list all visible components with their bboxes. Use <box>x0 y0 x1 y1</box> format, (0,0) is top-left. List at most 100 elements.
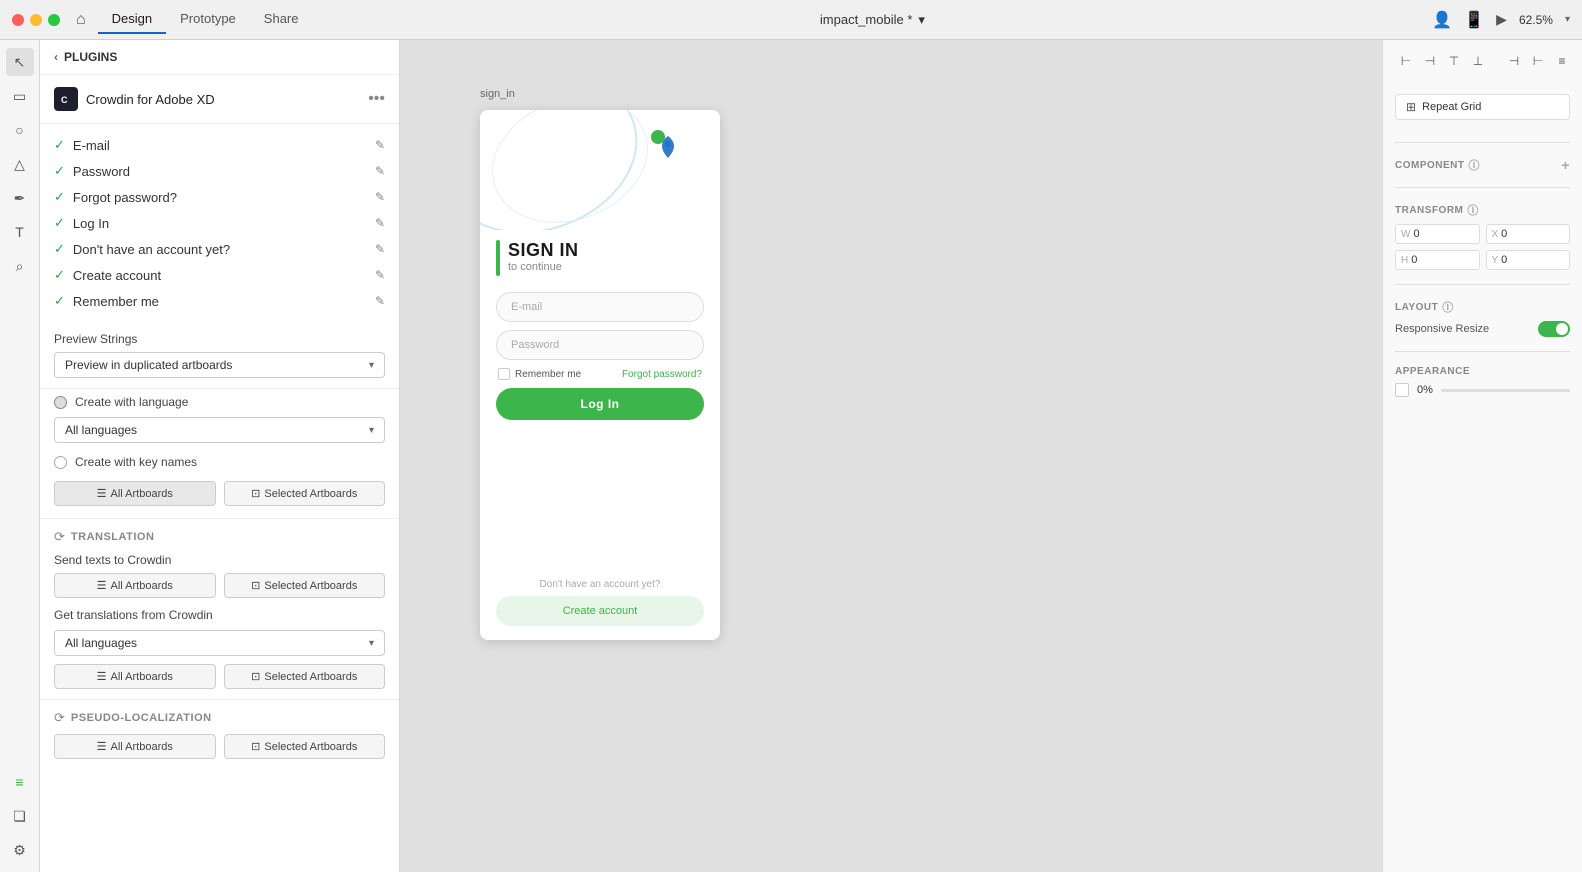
check-icon-forgot: ✓ <box>54 189 65 205</box>
select-tool[interactable]: ↖ <box>6 48 34 76</box>
selected-artboards-btn-2[interactable]: ⊡ Selected Artboards <box>224 573 386 598</box>
create-account-button-artboard[interactable]: Create account <box>496 596 704 626</box>
dont-have-account-text: Don't have an account yet? <box>540 579 661 590</box>
ellipse-tool[interactable]: ○ <box>6 116 34 144</box>
sign-in-text: SIGN IN to continue <box>508 240 579 273</box>
layers-panel-icon[interactable]: ≡ <box>6 768 34 796</box>
all-artboards-btn-2[interactable]: ☰ All Artboards <box>54 573 216 598</box>
dropdown-arrow-lang1-icon: ▾ <box>369 425 374 436</box>
fullscreen-button[interactable] <box>48 14 60 26</box>
artboard-label: sign_in <box>480 88 515 100</box>
align-right-icon[interactable]: ⊤ <box>1443 50 1465 72</box>
chevron-down-icon[interactable]: ▾ <box>918 12 925 28</box>
edit-icon-create-account[interactable]: ✎ <box>375 268 385 282</box>
string-item-create-account: ✓ Create account ✎ <box>40 262 399 288</box>
distribute-v-icon[interactable]: ⊢ <box>1527 50 1549 72</box>
tab-prototype[interactable]: Prototype <box>166 5 250 34</box>
plugin-header: C Crowdin for Adobe XD ••• <box>40 75 399 124</box>
assets-panel-icon[interactable]: ❏ <box>6 802 34 830</box>
transform-h-field[interactable]: H 0 <box>1395 250 1480 270</box>
align-center-h-icon[interactable]: ⊣ <box>1419 50 1441 72</box>
email-input-artboard[interactable]: E-mail <box>496 292 704 322</box>
component-add-icon[interactable]: + <box>1561 157 1570 173</box>
edit-icon-remember-me[interactable]: ✎ <box>375 294 385 308</box>
all-artboards-btn-3[interactable]: ☰ All Artboards <box>54 664 216 689</box>
send-artboard-buttons: ☰ All Artboards ⊡ Selected Artboards <box>54 573 385 608</box>
preview-strings-label: Preview Strings <box>54 332 385 346</box>
zoom-chevron-icon[interactable]: ▾ <box>1565 14 1570 25</box>
device-icon[interactable]: 📱 <box>1464 10 1484 30</box>
edit-icon-login[interactable]: ✎ <box>375 216 385 230</box>
dist-icons: ⊣ ⊢ ≡ ⊞ <box>1503 50 1582 72</box>
preview-dropdown[interactable]: Preview in duplicated artboards ▾ <box>54 352 385 378</box>
layout-section: LAYOUT ⓘ Responsive Resize <box>1395 299 1570 337</box>
triangle-tool[interactable]: △ <box>6 150 34 178</box>
sign-in-block: SIGN IN to continue <box>480 230 720 284</box>
component-info-icon[interactable]: ⓘ <box>1469 157 1481 173</box>
edit-icon-dont-have[interactable]: ✎ <box>375 242 385 256</box>
text-tool[interactable]: T <box>6 218 34 246</box>
all-artboards-btn-1-label: All Artboards <box>111 488 173 500</box>
check-icon-create-account: ✓ <box>54 267 65 283</box>
password-input-artboard[interactable]: Password <box>496 330 704 360</box>
responsive-resize-label: Responsive Resize <box>1395 323 1489 335</box>
responsive-resize-toggle[interactable] <box>1538 321 1570 337</box>
layout-info-icon[interactable]: ⓘ <box>1442 299 1454 315</box>
tab-share[interactable]: Share <box>250 5 313 34</box>
right-panel: ⊢ ⊣ ⊤ ⊥ ⊣ ⊢ ≡ ⊞ ⊞ Repeat Grid COM <box>1382 40 1582 872</box>
align-left-icon[interactable]: ⊢ <box>1395 50 1417 72</box>
plugin-menu-icon[interactable]: ••• <box>368 90 385 108</box>
selected-artboards-btn-4[interactable]: ⊡ Selected Artboards <box>224 734 386 759</box>
pseudo-section-title: Pseudo-localization <box>71 712 212 724</box>
home-icon[interactable]: ⌂ <box>76 11 86 29</box>
language-dropdown-1[interactable]: All languages ▾ <box>54 417 385 443</box>
zoom-tool[interactable]: ⌕ <box>6 252 34 280</box>
edit-icon-email[interactable]: ✎ <box>375 138 385 152</box>
edit-icon-forgot[interactable]: ✎ <box>375 190 385 204</box>
rectangle-tool[interactable]: ▭ <box>6 82 34 110</box>
repeat-grid-button[interactable]: ⊞ Repeat Grid <box>1395 94 1570 120</box>
distribute-extra-icon[interactable]: ⊞ <box>1575 50 1582 72</box>
distribute-h-icon[interactable]: ⊣ <box>1503 50 1525 72</box>
all-artboards-btn-4-label: All Artboards <box>111 741 173 753</box>
check-icon-remember-me: ✓ <box>54 293 65 309</box>
remember-row: Remember me Forgot password? <box>496 368 704 380</box>
radio-create-key-names[interactable] <box>54 456 67 469</box>
transform-h-label: H <box>1401 255 1408 266</box>
radio-create-language[interactable] <box>54 396 67 409</box>
align-distribute-icon[interactable]: ⊥ <box>1467 50 1489 72</box>
log-in-button-artboard[interactable]: Log In <box>496 388 704 420</box>
artboards-icon-3: ☰ <box>97 670 107 683</box>
distribute-more-icon[interactable]: ≡ <box>1551 50 1573 72</box>
pen-tool[interactable]: ✒ <box>6 184 34 212</box>
transform-info-icon[interactable]: ⓘ <box>1467 202 1479 218</box>
string-label-create-account: Create account <box>73 268 367 283</box>
back-arrow-icon[interactable]: ‹ <box>54 50 58 64</box>
user-icon[interactable]: 👤 <box>1432 10 1452 30</box>
remember-checkbox[interactable] <box>498 368 510 380</box>
string-label-forgot: Forgot password? <box>73 190 367 205</box>
tab-design[interactable]: Design <box>98 5 166 34</box>
string-label-password: Password <box>73 164 367 179</box>
dropdown-arrow-icon: ▾ <box>369 360 374 371</box>
pseudo-artboard-buttons: ☰ All Artboards ⊡ Selected Artboards <box>54 734 385 759</box>
appearance-checkbox[interactable] <box>1395 383 1409 397</box>
transform-w-field[interactable]: W 0 <box>1395 224 1480 244</box>
preview-strings-section: Preview Strings Preview in duplicated ar… <box>40 322 399 389</box>
opacity-slider[interactable] <box>1441 389 1570 392</box>
close-button[interactable] <box>12 14 24 26</box>
forgot-password-link[interactable]: Forgot password? <box>622 369 702 380</box>
all-artboards-btn-4[interactable]: ☰ All Artboards <box>54 734 216 759</box>
selected-artboards-btn-3[interactable]: ⊡ Selected Artboards <box>224 664 386 689</box>
plugins-panel-icon[interactable]: ⚙ <box>6 836 34 864</box>
transform-y-field[interactable]: Y 0 <box>1486 250 1571 270</box>
minimize-button[interactable] <box>30 14 42 26</box>
selected-artboards-btn-1[interactable]: ⊡ Selected Artboards <box>224 481 386 506</box>
language-dropdown-2[interactable]: All languages ▾ <box>54 630 385 656</box>
zoom-level[interactable]: 62.5% <box>1519 13 1553 27</box>
edit-icon-password[interactable]: ✎ <box>375 164 385 178</box>
all-artboards-btn-1[interactable]: ☰ All Artboards <box>54 481 216 506</box>
transform-x-field[interactable]: X 0 <box>1486 224 1571 244</box>
string-item-remember-me: ✓ Remember me ✎ <box>40 288 399 314</box>
play-icon[interactable]: ▶ <box>1496 11 1507 28</box>
